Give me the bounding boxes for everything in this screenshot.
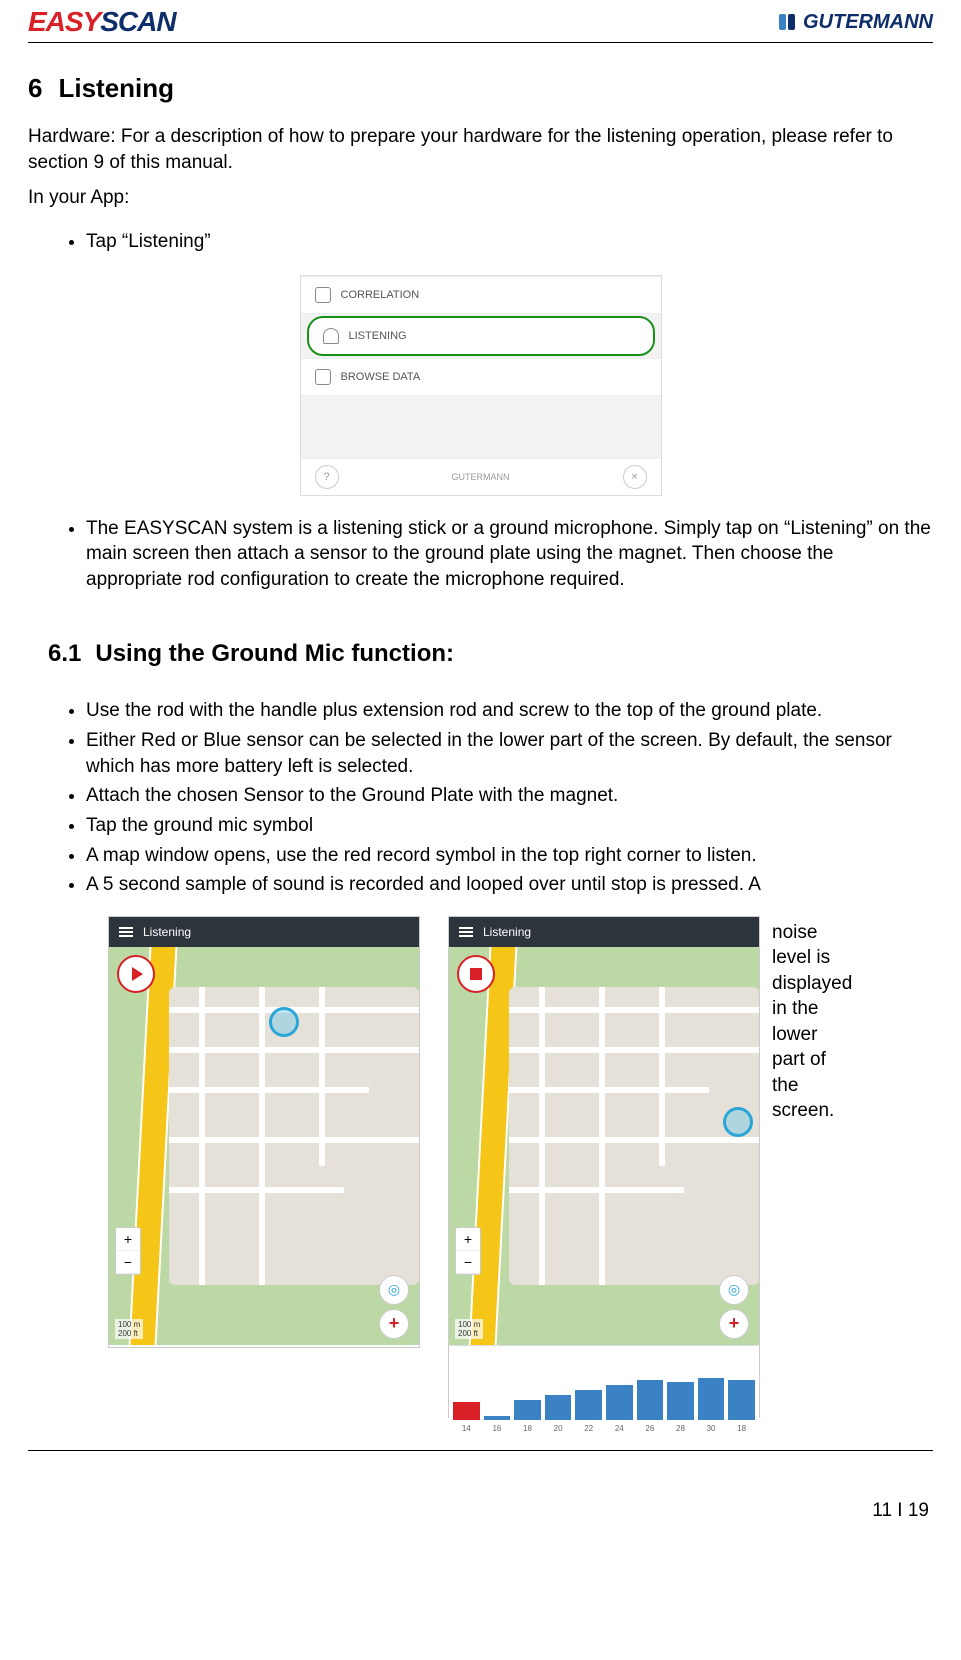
add-button: + [379,1309,409,1339]
noise-bar [484,1416,511,1420]
noise-tick: 28 [667,1424,694,1433]
bullet-list-system: The EASYSCAN system is a listening stick… [28,516,933,593]
page-number: 11 I 19 [872,1500,929,1522]
map-screenshots-row: Listening + − ◎ + 100 m 200 ft Listening [28,916,933,1426]
noise-bar [453,1402,480,1420]
page-header: EASYSCAN GUTERMANN [28,0,933,43]
map-screenshot-stop: Listening + − ◎ + 100 m 200 ft 141618202… [448,916,760,1418]
noise-tick: 26 [637,1424,664,1433]
map-screenshot-play: Listening + − ◎ + 100 m 200 ft [108,916,420,1348]
intro-paragraph: Hardware: For a description of how to pr… [28,124,933,175]
section-number: 6 [28,73,42,103]
section-heading: 6 Listening [28,73,933,104]
zoom-control: + − [115,1227,141,1275]
subsection-title-text: Using the Ground Mic function: [95,640,454,667]
map-body-right: + − ◎ + 100 m 200 ft [449,947,759,1345]
add-button: + [719,1309,749,1339]
hamburger-icon [459,925,473,939]
noise-tick: 20 [545,1424,572,1433]
zoom-out: − [456,1251,480,1274]
correlation-icon [315,287,331,303]
in-your-app-label: In your App: [28,185,933,211]
menu-label-browse: BROWSE DATA [341,371,421,383]
easyscan-logo: EASYSCAN [28,6,176,38]
gm-bullet-4: Tap the ground mic symbol [86,813,933,839]
menu-label-listening: LISTENING [349,330,407,342]
footer-rule [28,1450,933,1451]
menu-row-browse: BROWSE DATA [301,358,661,396]
noise-bar [667,1382,694,1420]
gutermann-icon [777,12,797,32]
noise-bar [606,1385,633,1420]
noise-bar [728,1380,755,1420]
gutermann-text: GUTERMANN [803,11,933,34]
noise-tick: 18 [728,1424,755,1433]
noise-tick: 22 [575,1424,602,1433]
map-body-left: + − ◎ + 100 m 200 ft [109,947,419,1345]
map-title-right: Listening [483,925,531,939]
noise-bar [575,1390,602,1420]
noise-bar [545,1395,572,1420]
bullet-tap-listening: Tap “Listening” [86,229,933,255]
noise-bar [514,1400,541,1420]
logo-scan: SCAN [100,6,175,37]
scale-label: 100 m 200 ft [455,1319,483,1339]
menu-row-correlation: CORRELATION [301,276,661,314]
app-menu-screenshot: CORRELATION LISTENING BROWSE DATA ? GUTE… [300,275,662,496]
subsection-number: 6.1 [48,640,81,667]
menu-label-correlation: CORRELATION [341,289,420,301]
scale-label: 100 m 200 ft [115,1319,143,1339]
zoom-in: + [116,1228,140,1251]
bullet-list-top: Tap “Listening” [28,229,933,255]
noise-level-chart: 14161820222426283018 [449,1345,759,1434]
hamburger-icon [119,925,133,939]
noise-bar [637,1380,664,1420]
gm-bullet-1: Use the rod with the handle plus extensi… [86,698,933,724]
noise-tick: 14 [453,1424,480,1433]
menu-footer-brand: GUTERMANN [452,472,510,482]
help-icon: ? [315,465,339,489]
noise-tick: 24 [606,1424,633,1433]
locate-button: ◎ [379,1275,409,1305]
menu-row-listening: LISTENING [307,316,655,356]
gm-bullet-3: Attach the chosen Sensor to the Ground P… [86,783,933,809]
bullet-list-groundmic: Use the rod with the handle plus extensi… [28,698,933,897]
folder-icon [315,369,331,385]
gm-bullet-6: A 5 second sample of sound is recorded a… [86,872,933,898]
stop-icon [470,968,482,980]
section-title-text: Listening [58,73,174,103]
noise-axis-labels: 14161820222426283018 [449,1424,759,1433]
noise-bar [698,1378,725,1420]
subsection-heading: 6.1 Using the Ground Mic function: [48,640,933,668]
close-icon: × [623,465,647,489]
logo-easy: EASY [28,6,100,37]
wrap-text-noise: noise level is displayed in the lower pa… [772,920,834,1124]
menu-footer: ? GUTERMANN × [301,458,661,495]
locate-button: ◎ [719,1275,749,1305]
map-topbar: Listening [109,917,419,947]
record-play-button [117,955,155,993]
headphones-icon [323,328,339,344]
zoom-control: + − [455,1227,481,1275]
location-marker [269,1007,299,1037]
play-icon [132,967,143,981]
noise-tick: 18 [514,1424,541,1433]
gm-bullet-2: Either Red or Blue sensor can be selecte… [86,728,933,779]
gm-bullet-5: A map window opens, use the red record s… [86,843,933,869]
map-title: Listening [143,925,191,939]
gutermann-logo: GUTERMANN [777,11,933,34]
bullet-system-desc: The EASYSCAN system is a listening stick… [86,516,933,593]
noise-tick: 16 [484,1424,511,1433]
record-stop-button [457,955,495,993]
map-topbar-right: Listening [449,917,759,947]
zoom-out: − [116,1251,140,1274]
location-marker [723,1107,753,1137]
zoom-in: + [456,1228,480,1251]
street-grid [509,987,759,1285]
noise-tick: 30 [698,1424,725,1433]
